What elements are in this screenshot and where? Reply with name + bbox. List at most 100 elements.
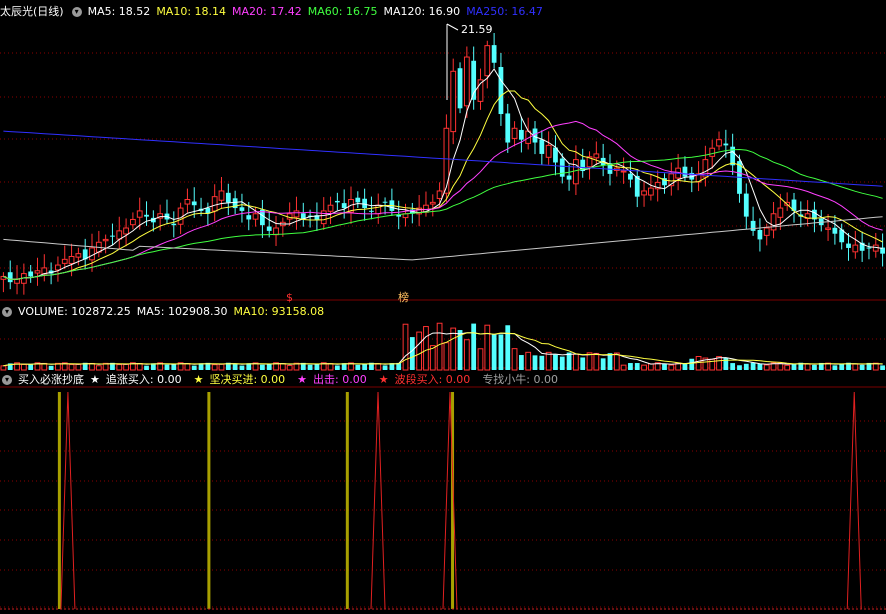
vol-ma5-label: MA5: 102908.30 <box>136 305 228 318</box>
star-icon: ★ <box>90 373 100 386</box>
volume-bar <box>553 354 558 370</box>
volume-bar <box>279 363 286 371</box>
stock-title[interactable]: 太辰光(日线) <box>0 4 64 20</box>
candle-down <box>757 229 763 240</box>
volume-bar <box>566 352 572 370</box>
vol-ma10-label: MA10: 93158.08 <box>233 305 325 318</box>
volume-bar <box>239 365 245 370</box>
volume-bar <box>89 362 95 371</box>
candle-down <box>866 247 872 249</box>
candle-up <box>293 210 300 218</box>
signal-panel-header: ▾ 买入必涨抄底 ★ 追涨买入: 0.00 ★ 坚决买进: 0.00 ★ 出击: 0.… <box>0 372 564 388</box>
candle-down <box>144 214 149 217</box>
volume-bar <box>559 356 565 370</box>
gold-signal-bar <box>345 392 349 609</box>
candle-down <box>28 271 34 277</box>
candle-down <box>369 210 374 212</box>
volume-bar <box>723 357 729 370</box>
volume-bar <box>232 363 238 370</box>
candle-down <box>246 215 252 220</box>
candle-down <box>743 193 749 217</box>
candle-up <box>770 213 777 231</box>
candle-up <box>825 227 831 230</box>
red-signal-spike <box>846 391 862 610</box>
volume-bar <box>477 348 484 371</box>
volume-bar <box>804 363 811 371</box>
candle-down <box>334 200 340 203</box>
volume-bar <box>505 325 511 370</box>
candle-down <box>682 166 688 177</box>
chevron-down-icon[interactable]: ▾ <box>71 7 82 17</box>
candle-down <box>355 197 361 203</box>
candle-down <box>723 143 729 146</box>
candle-up <box>852 244 859 253</box>
volume-bar <box>839 363 845 370</box>
candle-up <box>763 227 770 236</box>
candle-up <box>327 204 334 212</box>
volume-bar <box>757 363 763 370</box>
volume-bar <box>518 355 524 370</box>
volume-bar <box>737 365 742 370</box>
candle-down <box>266 226 272 231</box>
candle-up <box>123 227 129 235</box>
candle-up <box>116 230 123 240</box>
volume-bar <box>532 355 538 370</box>
signal-panel[interactable] <box>0 391 886 610</box>
candle-down <box>191 201 197 206</box>
candle-down <box>566 175 572 180</box>
boduan-label: 波段买入: 0.00 <box>394 373 471 386</box>
candle-up <box>75 253 82 258</box>
volume-ma10-line <box>3 332 883 367</box>
grid-lines <box>0 52 886 608</box>
candle-up <box>14 278 20 284</box>
volume-bar <box>634 363 640 370</box>
candle-up <box>620 170 627 173</box>
candle-down <box>341 203 347 209</box>
chevron-down-icon[interactable]: ▾ <box>2 375 12 385</box>
candle-up <box>218 190 225 201</box>
volume-bar <box>409 337 415 370</box>
price-panel[interactable] <box>0 23 885 295</box>
peak-marker-line <box>446 23 459 31</box>
candle-up <box>443 127 450 194</box>
volume-bar <box>327 363 334 371</box>
volume-bar <box>463 339 470 371</box>
zhuanzhao-label: 专找小牛: 0.00 <box>482 373 559 386</box>
volume-panel[interactable] <box>0 322 885 371</box>
ma5-line <box>3 68 883 280</box>
volume-bar <box>443 342 450 371</box>
volume-bar <box>334 365 340 370</box>
candle-up <box>484 45 491 77</box>
price-panel-header: 太辰光(日线) ▾ MA5: 18.52 MA10: 18.14 MA20: 1… <box>0 4 549 20</box>
volume-bar <box>375 363 382 371</box>
volume-bar <box>484 324 491 371</box>
ma250-line <box>3 130 883 187</box>
chevron-down-icon[interactable]: ▾ <box>2 307 12 317</box>
candle-down <box>505 113 511 143</box>
zhuizhang-label: 追涨买入: 0.00 <box>105 373 182 386</box>
candle-down <box>171 223 177 226</box>
volume-bar <box>730 363 736 370</box>
volume-bar <box>743 363 749 370</box>
ma20-label: MA20: 17.42 <box>232 5 302 18</box>
gold-signal-bar <box>207 392 211 609</box>
candle-up <box>102 238 109 242</box>
volume-bar <box>355 364 361 370</box>
chuji-item: ★ 出击: 0.00 <box>297 372 373 388</box>
candle-down <box>832 227 838 234</box>
candle-up <box>68 256 75 264</box>
volume-bar <box>784 364 791 371</box>
volume-bar <box>266 364 272 370</box>
star-icon: ★ <box>193 373 204 386</box>
volume-bar <box>880 365 885 370</box>
candle-up <box>130 218 136 226</box>
candle-down <box>498 67 504 115</box>
volume-bar <box>416 331 423 371</box>
volume-bar <box>211 364 218 371</box>
ma120-label: MA120: 16.90 <box>383 5 461 18</box>
candle-up <box>429 201 436 205</box>
volume-bar <box>450 327 457 371</box>
volume-bar <box>641 364 647 371</box>
volume-bar <box>362 364 368 370</box>
candle-up <box>252 213 259 220</box>
